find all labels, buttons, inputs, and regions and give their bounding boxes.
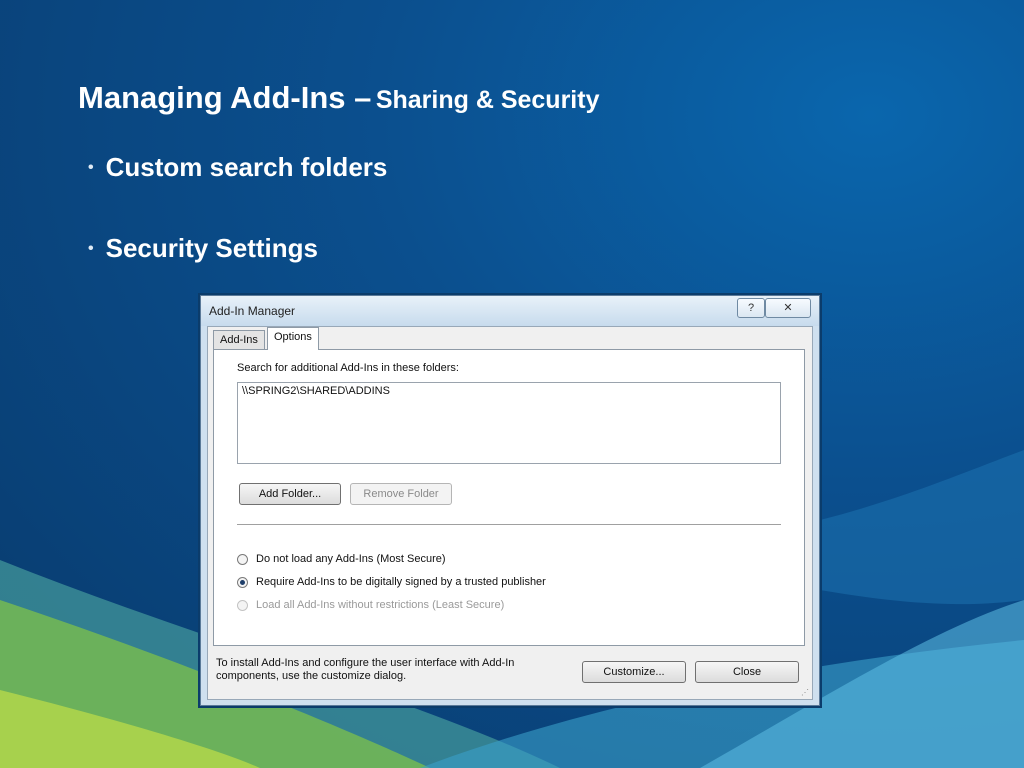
customize-button[interactable]: Customize...	[582, 661, 686, 683]
radio-circle-icon[interactable]	[237, 553, 248, 565]
radio-circle-selected-icon[interactable]	[237, 576, 248, 588]
radio-label: Do not load any Add-Ins (Most Secure)	[256, 553, 446, 565]
slide-title: Managing Add-Ins – Sharing & Security	[78, 80, 599, 116]
bullet-dot: •	[88, 158, 94, 176]
radio-no-load[interactable]: Do not load any Add-Ins (Most Secure)	[237, 553, 446, 565]
divider	[237, 524, 781, 526]
radio-label: Require Add-Ins to be digitally signed b…	[256, 576, 546, 588]
radio-require-signed[interactable]: Require Add-Ins to be digitally signed b…	[237, 576, 546, 588]
search-folders-label: Search for additional Add-Ins in these f…	[237, 362, 459, 374]
close-button[interactable]: Close	[695, 661, 799, 683]
add-folder-button[interactable]: Add Folder...	[239, 483, 341, 505]
options-panel: Search for additional Add-Ins in these f…	[213, 349, 805, 646]
bullet-text: Custom search folders	[105, 152, 388, 182]
help-icon: ?	[747, 302, 755, 314]
radio-circle-disabled-icon	[237, 599, 248, 611]
radio-load-all: Load all Add-Ins without restrictions (L…	[237, 599, 504, 611]
window-close-button[interactable]: ✕	[765, 298, 811, 318]
tab-options[interactable]: Options	[267, 327, 319, 350]
bullet-security-settings: • Security Settings	[88, 233, 318, 264]
dialog-title: Add-In Manager	[209, 304, 296, 318]
slide-title-main: Managing Add-Ins –	[78, 80, 372, 115]
remove-folder-button: Remove Folder	[350, 483, 452, 505]
folder-list-item[interactable]: \\SPRING2\SHARED\ADDINS	[242, 385, 390, 397]
dialog-client-area: Add-Ins Options Search for additional Ad…	[207, 326, 813, 700]
help-button[interactable]: ?	[737, 298, 765, 318]
bullet-text: Security Settings	[105, 233, 319, 263]
slide-title-sub: Sharing & Security	[375, 86, 600, 114]
bullet-dot: •	[88, 239, 94, 257]
resize-grip-icon[interactable]: ⋰	[801, 688, 809, 697]
close-icon: ✕	[783, 302, 793, 314]
folder-list[interactable]: \\SPRING2\SHARED\ADDINS	[237, 382, 781, 464]
dialog-titlebar[interactable]: Add-In Manager ? ✕	[201, 296, 819, 326]
customize-hint-text: To install Add-Ins and configure the use…	[216, 657, 515, 682]
radio-label: Load all Add-Ins without restrictions (L…	[256, 599, 505, 611]
add-in-manager-dialog: Add-In Manager ? ✕ Add-Ins Options Searc…	[200, 295, 820, 706]
bullet-custom-search-folders: • Custom search folders	[88, 152, 387, 183]
tab-add-ins[interactable]: Add-Ins	[213, 330, 265, 350]
